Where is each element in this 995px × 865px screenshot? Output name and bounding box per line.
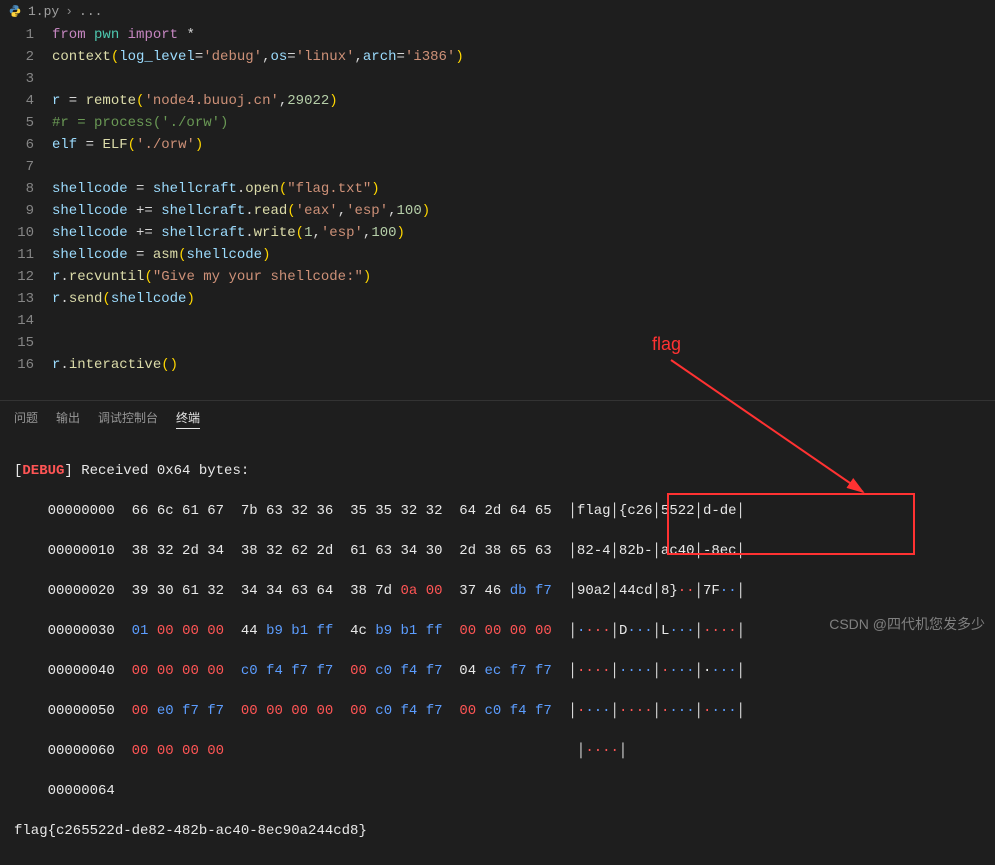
line-number-gutter: 1 2 3 4 5 6 7 8 9 10 11 12 13 14 15 16: [0, 22, 52, 400]
watermark: CSDN @四代机您发多少: [829, 614, 985, 634]
flag-annotation: flag: [652, 334, 681, 355]
panel-tabs: 问题 输出 调试控制台 终端: [0, 400, 995, 437]
terminal-output[interactable]: [DEBUG] Received 0x64 bytes: 00000000 66…: [0, 437, 995, 865]
chevron-right-icon: ›: [65, 4, 73, 19]
tab-terminal[interactable]: 终端: [176, 409, 200, 429]
code-editor[interactable]: 1 2 3 4 5 6 7 8 9 10 11 12 13 14 15 16 f…: [0, 22, 995, 400]
code-content[interactable]: from pwn import * context(log_level='deb…: [52, 22, 995, 400]
tab-debug-console[interactable]: 调试控制台: [98, 409, 158, 429]
terminal-flag-output: flag{c265522d-de82-482b-ac40-8ec90a244cd…: [14, 821, 981, 841]
breadcrumb-ellipsis[interactable]: ...: [79, 4, 102, 19]
breadcrumb-file[interactable]: 1.py: [28, 4, 59, 19]
breadcrumb: 1.py › ...: [0, 0, 995, 22]
tab-output[interactable]: 输出: [56, 409, 80, 429]
python-file-icon: [8, 4, 22, 18]
tab-problems[interactable]: 问题: [14, 409, 38, 429]
